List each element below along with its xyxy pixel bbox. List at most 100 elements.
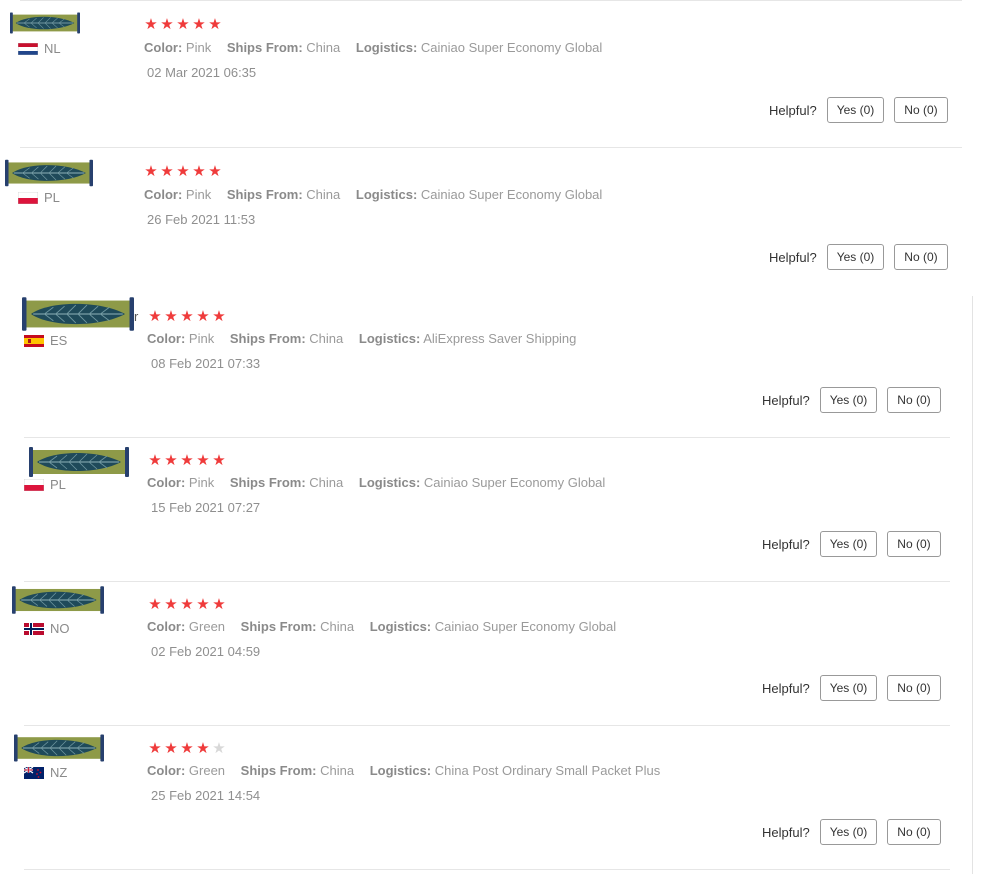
helpful-no-button[interactable]: No (0) <box>894 244 948 270</box>
helpful-yes-button[interactable]: Yes (0) <box>826 244 885 270</box>
review-item: PL ★ ★ ★ ★ ★ Color: Pink Ships From: China L… <box>0 147 985 293</box>
star-filled-icon: ★ <box>180 740 194 757</box>
star-filled-icon: ★ <box>208 16 222 33</box>
helpful-yes-button[interactable]: Yes (0) <box>819 675 878 701</box>
logistics-value: China Post Ordinary Small Packet Plus <box>434 763 661 778</box>
review-date: 08 Feb 2021 07:33 <box>151 356 261 371</box>
color-label: Color: <box>147 763 186 778</box>
color-value: Pink <box>188 331 215 346</box>
review-attributes: Color: Green Ships From: China Logistics… <box>147 619 616 634</box>
logistics-label: Logistics: <box>355 187 418 202</box>
star-filled-icon: ★ <box>148 740 162 757</box>
flag-no-icon <box>24 622 44 635</box>
review-attributes: Color: Green Ships From: China Logistics… <box>147 763 660 778</box>
ships-from-value: China <box>306 40 341 55</box>
color-label: Color: <box>147 475 186 490</box>
color-value: Pink <box>185 40 212 55</box>
country-tag: PL <box>18 190 60 205</box>
star-filled-icon: ★ <box>208 163 222 180</box>
helpful-no-button[interactable]: No (0) <box>887 387 941 413</box>
flag-nl-icon <box>18 42 38 55</box>
user-avatar-badge <box>12 584 104 616</box>
country-tag: PL <box>24 477 66 492</box>
helpful-controls: Helpful? Yes (0) No (0) <box>762 819 941 845</box>
helpful-yes-button[interactable]: Yes (0) <box>819 387 878 413</box>
helpful-no-button[interactable]: No (0) <box>887 531 941 557</box>
star-filled-icon: ★ <box>196 452 210 469</box>
logistics-label: Logistics: <box>358 331 421 346</box>
ships-from-label: Ships From: <box>229 331 306 346</box>
logistics-label: Logistics: <box>369 619 432 634</box>
helpful-controls: Helpful? Yes (0) No (0) <box>762 387 941 413</box>
color-value: Pink <box>185 187 212 202</box>
star-filled-icon: ★ <box>180 596 194 613</box>
helpful-label: Helpful? <box>762 536 810 552</box>
star-rating: ★ ★ ★ ★ ★ <box>148 597 226 612</box>
ships-from-value: China <box>309 331 344 346</box>
user-avatar-badge <box>14 733 104 763</box>
star-filled-icon: ★ <box>160 16 174 33</box>
helpful-no-button[interactable]: No (0) <box>894 97 948 123</box>
divider <box>24 437 950 438</box>
star-filled-icon: ★ <box>180 452 194 469</box>
star-filled-icon: ★ <box>196 596 210 613</box>
logistics-value: Cainiao Super Economy Global <box>420 187 603 202</box>
user-avatar-badge <box>22 447 136 477</box>
divider <box>20 147 962 148</box>
star-rating: ★ ★ ★ ★ ★ <box>148 453 226 468</box>
helpful-controls: Helpful? Yes (0) No (0) <box>762 531 941 557</box>
star-filled-icon: ★ <box>144 163 158 180</box>
logistics-value: Cainiao Super Economy Global <box>434 619 617 634</box>
color-label: Color: <box>147 331 186 346</box>
ships-from-label: Ships From: <box>229 475 306 490</box>
country-tag: NO <box>24 621 70 636</box>
star-rating: ★ ★ ★ ★ ★ <box>144 164 222 179</box>
logistics-value: Cainiao Super Economy Global <box>420 40 603 55</box>
star-filled-icon: ★ <box>192 163 206 180</box>
helpful-label: Helpful? <box>769 249 817 265</box>
star-empty-icon: ★ <box>212 740 226 757</box>
country-tag: ES <box>24 333 67 348</box>
user-avatar-badge <box>10 11 80 35</box>
helpful-controls: Helpful? Yes (0) No (0) <box>762 675 941 701</box>
color-label: Color: <box>144 40 183 55</box>
helpful-label: Helpful? <box>762 680 810 696</box>
flag-pl-icon <box>18 191 38 204</box>
color-label: Color: <box>147 619 186 634</box>
country-tag: NZ <box>24 765 67 780</box>
helpful-no-button[interactable]: No (0) <box>887 819 941 845</box>
helpful-no-button[interactable]: No (0) <box>887 675 941 701</box>
star-filled-icon: ★ <box>148 308 162 325</box>
ships-from-value: China <box>309 475 344 490</box>
logistics-value: Cainiao Super Economy Global <box>423 475 606 490</box>
star-filled-icon: ★ <box>164 596 178 613</box>
review-item: r ES ★ ★ ★ ★ ★ Color: Pink Ships From: China… <box>0 293 985 437</box>
helpful-label: Helpful? <box>762 392 810 408</box>
ships-from-value: China <box>320 763 355 778</box>
flag-es-icon <box>24 334 44 347</box>
star-filled-icon: ★ <box>148 596 162 613</box>
country-code: PL <box>44 190 60 205</box>
divider <box>24 869 950 870</box>
helpful-yes-button[interactable]: Yes (0) <box>819 819 878 845</box>
star-filled-icon: ★ <box>212 308 226 325</box>
ships-from-label: Ships From: <box>226 40 303 55</box>
helpful-yes-button[interactable]: Yes (0) <box>819 531 878 557</box>
country-code: ES <box>50 333 68 348</box>
ships-from-value: China <box>306 187 341 202</box>
flag-pl-icon <box>24 478 44 491</box>
star-filled-icon: ★ <box>196 740 210 757</box>
star-filled-icon: ★ <box>192 16 206 33</box>
star-filled-icon: ★ <box>164 452 178 469</box>
review-date: 02 Mar 2021 06:35 <box>147 65 257 80</box>
helpful-yes-button[interactable]: Yes (0) <box>826 97 885 123</box>
review-attributes: Color: Pink Ships From: China Logistics:… <box>147 475 605 490</box>
ships-from-label: Ships From: <box>240 619 317 634</box>
star-filled-icon: ★ <box>176 16 190 33</box>
user-name-fragment: r <box>134 309 139 324</box>
review-date: 02 Feb 2021 04:59 <box>151 644 261 659</box>
country-code: NL <box>44 41 61 56</box>
star-filled-icon: ★ <box>160 163 174 180</box>
divider <box>24 725 950 726</box>
flag-nz-icon <box>24 766 44 779</box>
